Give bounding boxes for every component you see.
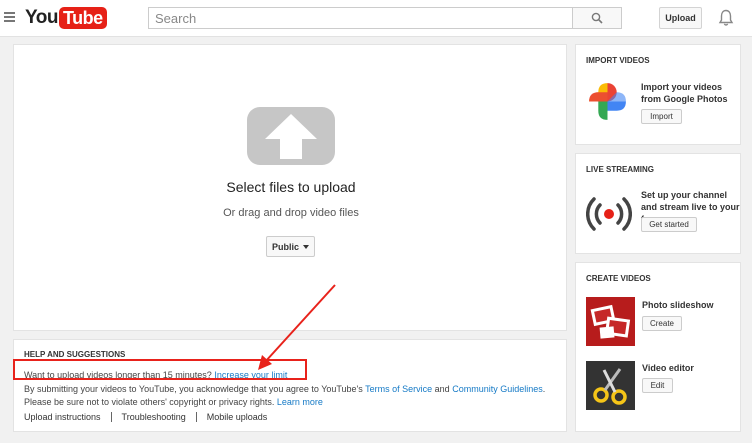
annotation-highlight-box [13, 359, 307, 380]
upload-button[interactable]: Upload [659, 7, 702, 29]
terms-period: . [542, 384, 546, 394]
import-button[interactable]: Import [641, 109, 682, 124]
terms-text: By submitting your videos to YouTube, yo… [24, 384, 363, 394]
photo-slideshow-label: Photo slideshow [642, 300, 714, 310]
photo-slideshow-icon [586, 297, 635, 346]
edit-video-button[interactable]: Edit [642, 378, 673, 393]
google-photos-icon [589, 83, 626, 120]
help-and-suggestions-panel: HELP AND SUGGESTIONS Want to upload vide… [13, 339, 567, 432]
terms-line: By submitting your videos to YouTube, yo… [24, 384, 545, 394]
mobile-uploads-link[interactable]: Mobile uploads [207, 412, 268, 422]
help-links: Upload instructions Troubleshooting Mobi… [24, 412, 267, 422]
import-description: Import your videos from Google Photos [641, 82, 728, 104]
community-guidelines-link[interactable]: Community Guidelines [452, 384, 543, 394]
copyright-text: Please be sure not to violate others' co… [24, 397, 275, 407]
upload-arrow-icon[interactable] [247, 107, 335, 165]
upload-title: Select files to upload [226, 179, 356, 195]
top-bar: You Tube Upload [0, 0, 752, 37]
create-videos-title: CREATE VIDEOS [586, 274, 651, 283]
troubleshooting-link[interactable]: Troubleshooting [122, 412, 186, 422]
terms-of-service-link[interactable]: Terms of Service [365, 384, 432, 394]
search-button[interactable] [572, 7, 622, 29]
logo-you-text: You [25, 7, 58, 28]
live-streaming-panel: LIVE STREAMING Set up your channel and s… [575, 153, 741, 254]
video-editor-label: Video editor [642, 363, 694, 373]
video-editor-scissors-icon [586, 361, 635, 410]
youtube-logo[interactable]: You Tube [25, 7, 107, 29]
hamburger-menu-icon[interactable] [4, 12, 15, 22]
search-icon [591, 12, 603, 24]
create-slideshow-button[interactable]: Create [642, 316, 682, 331]
link-divider [195, 412, 197, 422]
notifications-bell-icon[interactable] [718, 9, 734, 27]
import-videos-title: IMPORT VIDEOS [586, 56, 650, 65]
search-input[interactable] [148, 7, 573, 29]
live-streaming-title: LIVE STREAMING [586, 165, 655, 174]
create-videos-panel: CREATE VIDEOS Photo slideshow Create Vid… [575, 262, 741, 432]
privacy-dropdown[interactable]: Public [266, 236, 315, 257]
upload-drop-zone[interactable]: Select files to upload Or drag and drop … [13, 44, 567, 331]
upload-instructions-link[interactable]: Upload instructions [24, 412, 101, 422]
link-divider [110, 412, 112, 422]
logo-tube-text: Tube [58, 7, 107, 29]
terms-and-text: and [434, 384, 450, 394]
learn-more-link[interactable]: Learn more [277, 397, 323, 407]
import-videos-panel: IMPORT VIDEOS Import your videos from Go… [575, 44, 741, 145]
help-heading: HELP AND SUGGESTIONS [24, 350, 126, 359]
copyright-line: Please be sure not to violate others' co… [24, 397, 323, 407]
chevron-down-icon [303, 244, 309, 249]
get-started-button[interactable]: Get started [641, 217, 697, 232]
privacy-value: Public [271, 241, 299, 252]
live-broadcast-icon [586, 197, 632, 231]
upload-subtitle: Or drag and drop video files [223, 207, 359, 219]
